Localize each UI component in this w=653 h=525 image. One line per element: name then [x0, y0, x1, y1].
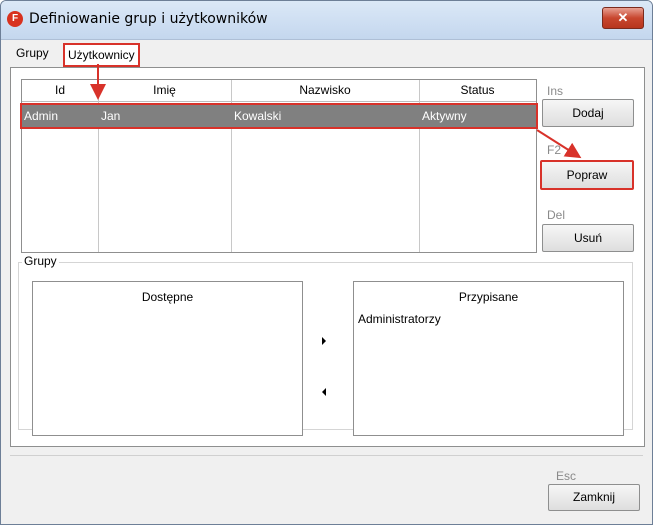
tab-groups[interactable]: Grupy [13, 43, 52, 63]
cell-nazwisko: Kowalski [234, 109, 282, 123]
close-window-button[interactable]: ✕ [602, 7, 644, 29]
tab-groups-label: Grupy [16, 46, 49, 60]
table-row[interactable]: Admin Jan Kowalski Aktywny [22, 105, 536, 127]
column-header-imie[interactable]: Imię [98, 80, 231, 102]
available-groups-list[interactable]: Dostępne [32, 281, 303, 436]
users-table[interactable]: Id Imię Nazwisko Status Admin Jan Kowals… [20, 79, 538, 253]
app-logo-icon: F [7, 11, 23, 27]
dialog-window: F Definiowanie grup i użytkowników ✕ Gru… [0, 0, 653, 525]
delete-shortcut-hint: Del [547, 208, 566, 222]
list-item[interactable]: Administratorzy [354, 304, 623, 326]
add-button[interactable]: Dodaj [542, 99, 634, 127]
groups-legend: Grupy [22, 254, 59, 268]
assigned-groups-header: Przypisane [458, 290, 519, 304]
cell-status: Aktywny [422, 109, 467, 123]
assigned-groups-list[interactable]: Przypisane Administratorzy [353, 281, 624, 436]
column-header-nazwisko[interactable]: Nazwisko [231, 80, 419, 102]
column-header-id[interactable]: Id [22, 80, 98, 102]
window-title: Definiowanie grup i użytkowników [29, 11, 268, 27]
edit-shortcut-hint: F2 [547, 143, 562, 157]
cell-imie: Jan [101, 109, 121, 123]
close-shortcut-hint: Esc [556, 469, 577, 483]
unassign-arrow-icon[interactable] [322, 388, 326, 396]
tab-users[interactable]: Użytkownicy [63, 43, 140, 67]
column-header-status[interactable]: Status [419, 80, 536, 102]
add-shortcut-hint: Ins [547, 84, 564, 98]
close-button[interactable]: Zamknij [548, 484, 640, 511]
title-bar: F Definiowanie grup i użytkowników ✕ [1, 1, 652, 40]
edit-button[interactable]: Popraw [540, 160, 634, 190]
assign-arrow-icon[interactable] [322, 337, 326, 345]
delete-button[interactable]: Usuń [542, 224, 634, 252]
cell-id: Admin [24, 109, 59, 123]
footer-divider [10, 455, 643, 456]
users-tab-panel: Id Imię Nazwisko Status Admin Jan Kowals… [10, 67, 645, 447]
available-groups-header: Dostępne [141, 290, 194, 304]
tab-users-label: Użytkownicy [68, 48, 135, 62]
